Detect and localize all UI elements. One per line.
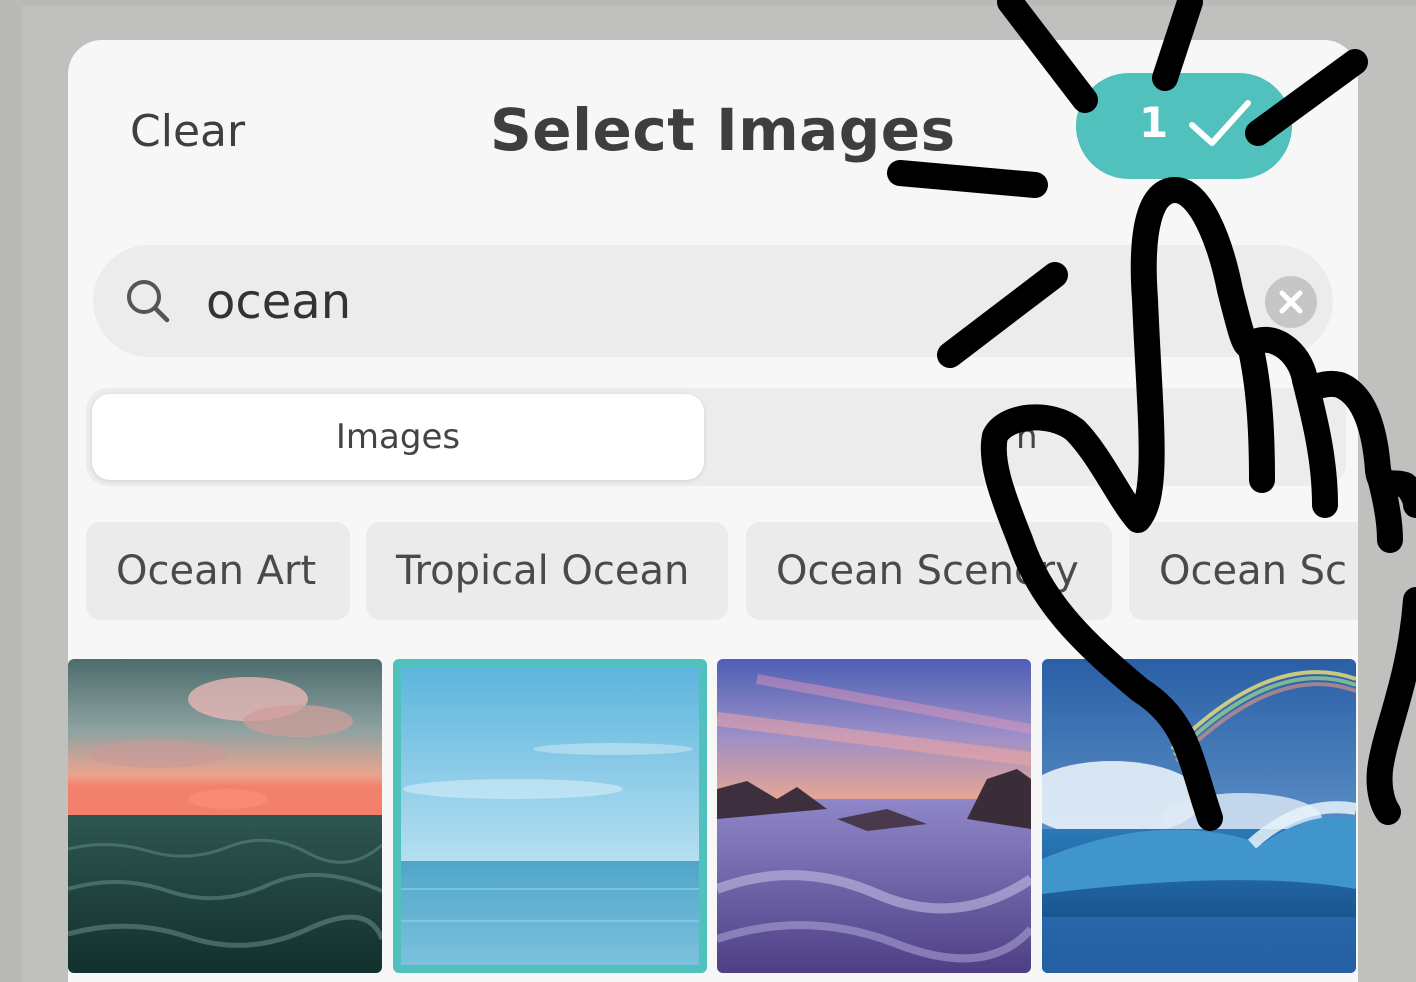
screen: Clear Select Images 1 Images n — [0, 0, 1416, 982]
rainbow-wave-image — [1042, 659, 1356, 973]
result-image-rocky-shore[interactable] — [717, 659, 1031, 973]
clear-button[interactable]: Clear — [130, 106, 245, 157]
confirm-selection-button[interactable]: 1 — [1076, 73, 1292, 179]
selected-count: 1 — [1139, 98, 1169, 147]
search-input[interactable] — [204, 273, 1108, 331]
chip-ocean-scenery[interactable]: Ocean Scenery — [746, 522, 1112, 620]
result-image-rainbow-wave[interactable] — [1042, 659, 1356, 973]
result-image-sunset-sea[interactable] — [68, 659, 382, 973]
sunset-sea-image — [68, 659, 382, 973]
chip-tropical-ocean[interactable]: Tropical Ocean — [366, 522, 728, 620]
chip-ocean-sc[interactable]: Ocean Sc — [1129, 522, 1358, 620]
search-bar — [93, 245, 1333, 357]
suggestion-chips: Ocean Art Tropical Ocean Ocean Scenery O… — [86, 522, 1358, 622]
blue-horizon-image — [393, 659, 707, 973]
checkmark-icon — [1189, 100, 1251, 146]
search-icon — [127, 280, 170, 323]
select-images-sheet: Clear Select Images 1 Images n — [68, 40, 1358, 982]
chip-ocean-art[interactable]: Ocean Art — [86, 522, 350, 620]
result-image-blue-horizon[interactable] — [393, 659, 707, 973]
tab-images[interactable]: Images — [92, 394, 704, 480]
clear-search-icon[interactable] — [1265, 276, 1317, 328]
page-title: Select Images — [490, 96, 956, 164]
tab-second[interactable]: n — [1016, 394, 1038, 480]
image-results-grid — [68, 659, 1358, 975]
rocky-shore-image — [717, 659, 1031, 973]
content-type-toggle: Images n — [86, 388, 1346, 486]
